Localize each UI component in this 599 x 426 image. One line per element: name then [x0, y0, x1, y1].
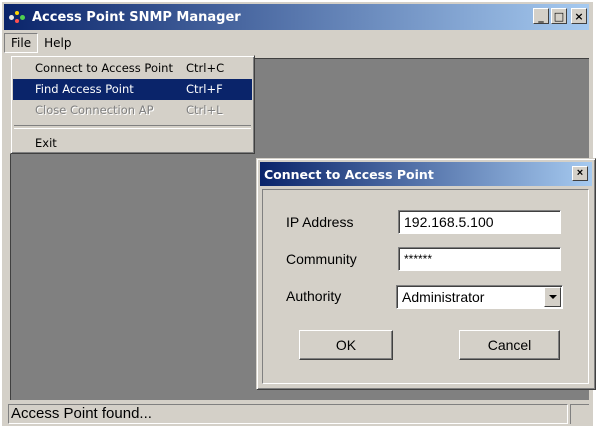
window-title: Access Point SNMP Manager	[32, 9, 241, 25]
authority-select[interactable]: Administrator	[396, 285, 563, 309]
dialog-title: Connect to Access Point	[264, 166, 434, 182]
file-menu-dropdown: Connect to Access Point Ctrl+C Find Acce…	[10, 55, 255, 154]
connect-dialog: Connect to Access Point × IP Address 192…	[256, 158, 596, 390]
ok-button-label: OK	[335, 337, 357, 353]
cancel-button-label: Cancel	[487, 337, 532, 353]
menu-item-shortcut: Ctrl+C	[186, 61, 225, 75]
status-panel-secondary	[570, 404, 589, 424]
menu-help[interactable]: Help	[38, 33, 77, 53]
status-bar: Access Point found...	[4, 402, 589, 426]
menu-item-label: Find Access Point	[35, 82, 134, 96]
community-label: Community	[286, 251, 357, 267]
menu-item-close-connection: Close Connection AP Ctrl+L	[13, 100, 252, 121]
dialog-title-bar[interactable]: Connect to Access Point ×	[260, 162, 592, 186]
menu-item-shortcut	[186, 133, 242, 154]
menu-item-shortcut: Ctrl+L	[186, 103, 223, 117]
dialog-group-frame: IP Address 192.168.5.100 Community *****…	[262, 189, 589, 384]
menu-separator	[14, 125, 251, 129]
ok-button[interactable]: OK	[299, 330, 393, 360]
close-icon: ×	[576, 167, 584, 179]
menu-item-exit[interactable]: Exit	[13, 133, 252, 154]
ip-address-input[interactable]: 192.168.5.100	[398, 210, 561, 234]
app-icon	[8, 9, 26, 25]
status-text: Access Point found...	[8, 404, 568, 424]
community-input[interactable]: ******	[398, 247, 561, 271]
menu-item-shortcut: Ctrl+F	[186, 82, 223, 96]
menu-item-label: Exit	[35, 136, 57, 150]
chevron-down-icon	[548, 295, 557, 299]
title-bar[interactable]: Access Point SNMP Manager _ □ ×	[4, 4, 589, 30]
menu-file[interactable]: File	[4, 33, 39, 53]
minimize-icon: _	[538, 9, 544, 23]
minimize-button[interactable]: _	[533, 8, 549, 24]
menu-item-label: Connect to Access Point	[35, 61, 173, 75]
authority-dropdown-button[interactable]	[544, 287, 561, 307]
menu-item-connect[interactable]: Connect to Access Point Ctrl+C	[13, 58, 252, 79]
close-button[interactable]: ×	[571, 8, 587, 24]
authority-selected-value: Administrator	[402, 289, 485, 305]
maximize-button[interactable]: □	[551, 8, 567, 24]
close-icon: ×	[574, 9, 584, 23]
ip-address-label: IP Address	[286, 214, 354, 230]
dialog-close-button[interactable]: ×	[572, 166, 588, 181]
window-controls: _ □ ×	[533, 8, 587, 24]
menu-item-label: Close Connection AP	[35, 103, 154, 117]
maximize-icon: □	[553, 9, 565, 23]
menu-bar: File Help	[4, 32, 589, 54]
cancel-button[interactable]: Cancel	[459, 330, 560, 360]
menu-item-find[interactable]: Find Access Point Ctrl+F	[13, 79, 252, 100]
authority-label: Authority	[286, 288, 342, 304]
